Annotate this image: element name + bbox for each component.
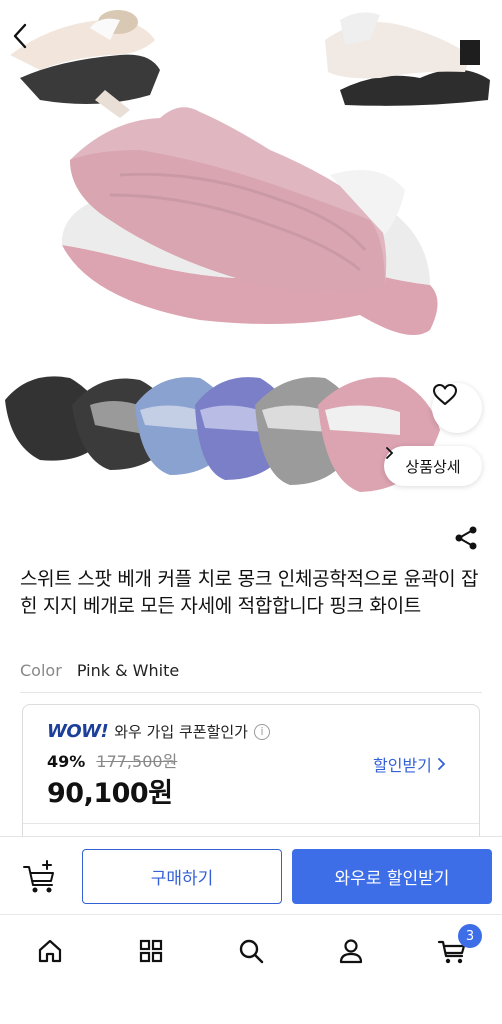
divider [20,692,482,693]
tab-my-account[interactable] [331,931,371,971]
chevron-right-icon [437,758,446,770]
wishlist-button[interactable] [432,383,482,433]
card-divider [23,823,479,824]
back-button[interactable] [10,22,52,70]
tab-categories[interactable] [131,931,171,971]
tab-search[interactable] [231,931,271,971]
add-to-cart-button[interactable] [20,855,62,897]
user-icon [339,939,363,964]
wow-coupon-row: WOW! 와우 가입 쿠폰할인가 i [47,721,270,742]
product-detail-label: 상품상세 [405,457,461,476]
price-card: WOW! 와우 가입 쿠폰할인가 i 49% 177,500원 90,100원 … [22,704,480,854]
bottom-tab-bar [0,914,502,1024]
coupon-link-label: 할인받기 [373,756,432,775]
product-image[interactable]: 상품상세 [0,0,502,502]
cart-add-icon [23,860,54,893]
product-title: 스위트 스팟 베개 커플 치로 몽크 인체공학적으로 윤곽이 잡힌 지지 베개로… [20,568,479,617]
chevron-right-icon [386,447,394,459]
wow-logo: WOW! [47,721,109,742]
tab-home[interactable] [30,931,70,971]
color-option: Color Pink & White [20,661,179,680]
cart-count-badge: 3 [458,924,482,948]
discount-percent: 49% [47,752,86,771]
share-button[interactable] [452,524,480,552]
info-icon[interactable]: i [253,723,270,740]
buy-button[interactable]: 구매하기 [82,849,282,904]
discount-row: 49% 177,500원 [47,748,177,772]
purchase-action-bar: 구매하기 와우로 할인받기 [0,836,502,914]
grid-icon [139,939,163,963]
home-icon [38,939,62,963]
main-pillow [61,107,438,335]
final-price: 90,100원 [47,778,173,809]
color-variants [5,376,440,492]
color-value: Pink & White [76,661,180,680]
heart-icon [433,384,457,405]
product-detail-button[interactable]: 상품상세 [384,446,482,486]
chevron-left-icon [13,23,27,49]
pillow-illustration [5,10,490,492]
search-icon [239,939,264,964]
color-label: Color [20,661,62,680]
wow-caption: 와우 가입 쿠폰할인가 [114,723,248,741]
share-icon [455,526,477,550]
thumbnail-right [325,12,490,106]
original-price: 177,500원 [96,752,178,771]
coupon-discount-link[interactable]: 할인받기 [373,752,446,776]
wow-discount-button[interactable]: 와우로 할인받기 [292,849,492,904]
